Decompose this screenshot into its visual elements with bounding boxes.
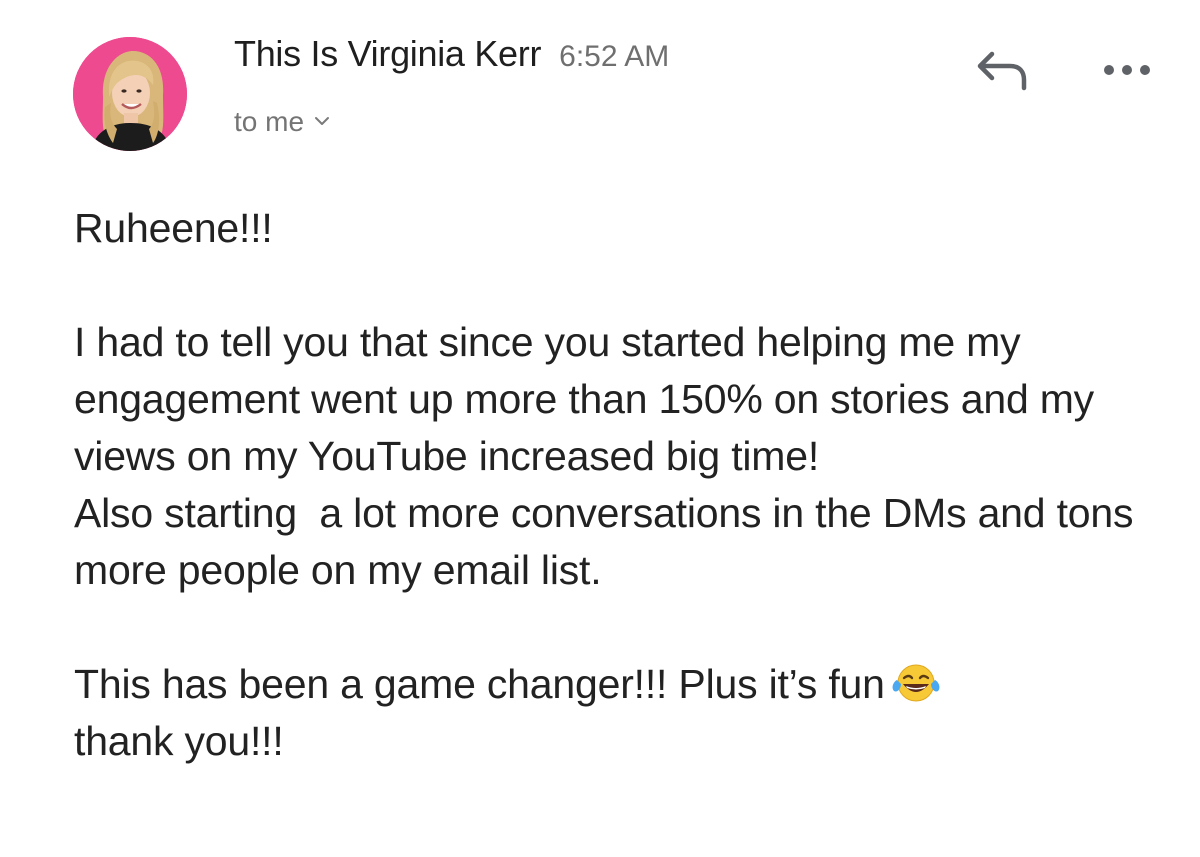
- chevron-down-icon: [315, 116, 330, 125]
- sender-name[interactable]: This Is Virginia Kerr: [234, 33, 541, 74]
- recipient-details-toggle[interactable]: to me: [234, 104, 330, 140]
- message-paragraph-1: I had to tell you that since you started…: [74, 319, 1106, 479]
- more-horizontal-icon: [1104, 65, 1150, 75]
- tears-of-joy-emoji-icon: [892, 664, 940, 702]
- more-options-button[interactable]: [1098, 52, 1156, 88]
- reply-button[interactable]: [970, 44, 1034, 94]
- sender-avatar[interactable]: [73, 37, 187, 151]
- message-body: Ruheene!!! I had to tell you that since …: [74, 200, 1164, 770]
- message-paragraph-3-end: thank you!!!: [74, 718, 284, 764]
- recipient-label: to me: [234, 106, 305, 137]
- message-paragraph-2: Also starting a lot more conversations i…: [74, 490, 1145, 593]
- message-paragraph-3: This has been a game changer!!! Plus it’…: [74, 656, 1164, 770]
- email-header: This Is Virginia Kerr 6:52 AM to me: [0, 0, 1200, 170]
- reply-arrow-icon: [977, 51, 1027, 91]
- message-time: 6:52 AM: [559, 40, 670, 73]
- message-paragraph-3-start: This has been a game changer!!! Plus it’…: [74, 661, 885, 707]
- message-greeting: Ruheene!!!: [74, 205, 273, 251]
- sender-line: This Is Virginia Kerr 6:52 AM: [234, 34, 669, 82]
